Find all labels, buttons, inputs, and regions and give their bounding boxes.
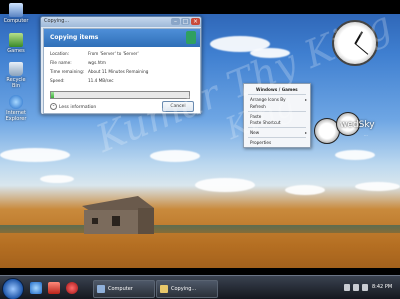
cloud xyxy=(40,175,74,183)
letterbox-top xyxy=(0,0,400,14)
computer-icon xyxy=(9,3,23,17)
dialog-heading: Copying items xyxy=(50,34,99,41)
taskbar-button-label: Copying... xyxy=(171,286,197,292)
barn-image xyxy=(82,196,154,234)
horizon-trees xyxy=(0,225,400,233)
computer-icon xyxy=(97,285,105,293)
info-value: wgs.htm xyxy=(88,60,106,65)
media-player-icon[interactable] xyxy=(48,282,60,294)
less-information-label: Less information xyxy=(59,105,97,110)
chevron-up-icon: ⌃ xyxy=(50,103,57,110)
clock-time[interactable]: 8:42 PM xyxy=(372,284,392,290)
taskbar-button-copying[interactable]: Copying... xyxy=(156,280,218,298)
info-value: From 'Server' to 'Server' xyxy=(88,51,139,56)
desktop-icon-games[interactable]: Games xyxy=(3,33,29,54)
cloud xyxy=(355,182,400,191)
cloud xyxy=(0,148,70,162)
info-row-location: Location: From 'Server' to 'Server' xyxy=(50,51,139,56)
dialog-heading-band: Copying items xyxy=(44,29,200,47)
system-tray xyxy=(344,284,368,292)
internet-explorer-icon xyxy=(9,95,23,109)
desktop-icon-computer[interactable]: Computer xyxy=(3,3,29,24)
maximize-button[interactable]: □ xyxy=(181,18,190,25)
network-icon[interactable] xyxy=(344,284,350,291)
desktop-icon-recycle-bin[interactable]: Recycle Bin xyxy=(3,62,29,89)
internet-explorer-icon[interactable] xyxy=(30,282,42,294)
desktop-icon-internet-explorer[interactable]: Internet Explorer xyxy=(3,95,29,122)
start-button[interactable] xyxy=(2,278,24,299)
submenu-arrow-icon: ▸ xyxy=(304,130,307,135)
battery-icon[interactable] xyxy=(362,284,368,291)
info-row-time-remaining: Time remaining: About 11 Minutes Remaini… xyxy=(50,69,148,74)
letterbox-bottom xyxy=(0,268,400,275)
cloud xyxy=(150,150,200,162)
opera-icon[interactable] xyxy=(66,282,78,294)
taskbar-button-computer[interactable]: Computer xyxy=(93,280,155,298)
cloud xyxy=(195,178,255,192)
info-value: 11.4 MB/sec xyxy=(88,78,114,83)
less-information-toggle[interactable]: ⌃ Less information xyxy=(50,103,96,110)
desktop-icon-label: Recycle Bin xyxy=(6,77,26,89)
dialog-titlebar[interactable]: Copying... – □ × xyxy=(41,17,201,27)
info-label: Speed: xyxy=(50,78,65,83)
games-icon xyxy=(9,33,23,47)
info-label: File name: xyxy=(50,60,72,65)
progress-fill xyxy=(51,92,54,98)
desktop-icon-label: Internet Explorer xyxy=(5,110,27,122)
folder-icon xyxy=(160,285,168,293)
desktop: Computer Games Recycle Bin Internet Expl… xyxy=(0,0,400,299)
info-row-speed: Speed: 11.4 MB/sec xyxy=(50,78,114,83)
cloud xyxy=(285,185,325,195)
submenu-arrow-icon: ▸ xyxy=(304,97,307,102)
info-value: About 11 Minutes Remaining xyxy=(88,69,149,74)
close-button[interactable]: × xyxy=(191,18,200,25)
gadget-brand-text: wedSky xyxy=(340,120,375,130)
taskbar: Computer Copying... 8:42 PM xyxy=(0,275,400,299)
gadget-brand-subtext: ... xyxy=(364,132,368,137)
desktop-icon-label: Games xyxy=(7,48,25,54)
recycle-bin-icon xyxy=(9,62,23,76)
volume-icon[interactable] xyxy=(353,284,359,291)
minimize-button[interactable]: – xyxy=(171,18,180,25)
info-label: Time remaining: xyxy=(50,69,85,74)
taskbar-button-label: Computer xyxy=(108,286,133,292)
menu-item-properties[interactable]: Properties xyxy=(250,140,271,145)
desktop-icon-label: Computer xyxy=(3,18,29,24)
cloud xyxy=(335,150,375,160)
info-row-file-name: File name: wgs.htm xyxy=(50,60,106,65)
dialog-window-title: Copying... xyxy=(44,18,70,24)
info-label: Location: xyxy=(50,51,70,56)
copy-animation-icon xyxy=(186,31,196,44)
